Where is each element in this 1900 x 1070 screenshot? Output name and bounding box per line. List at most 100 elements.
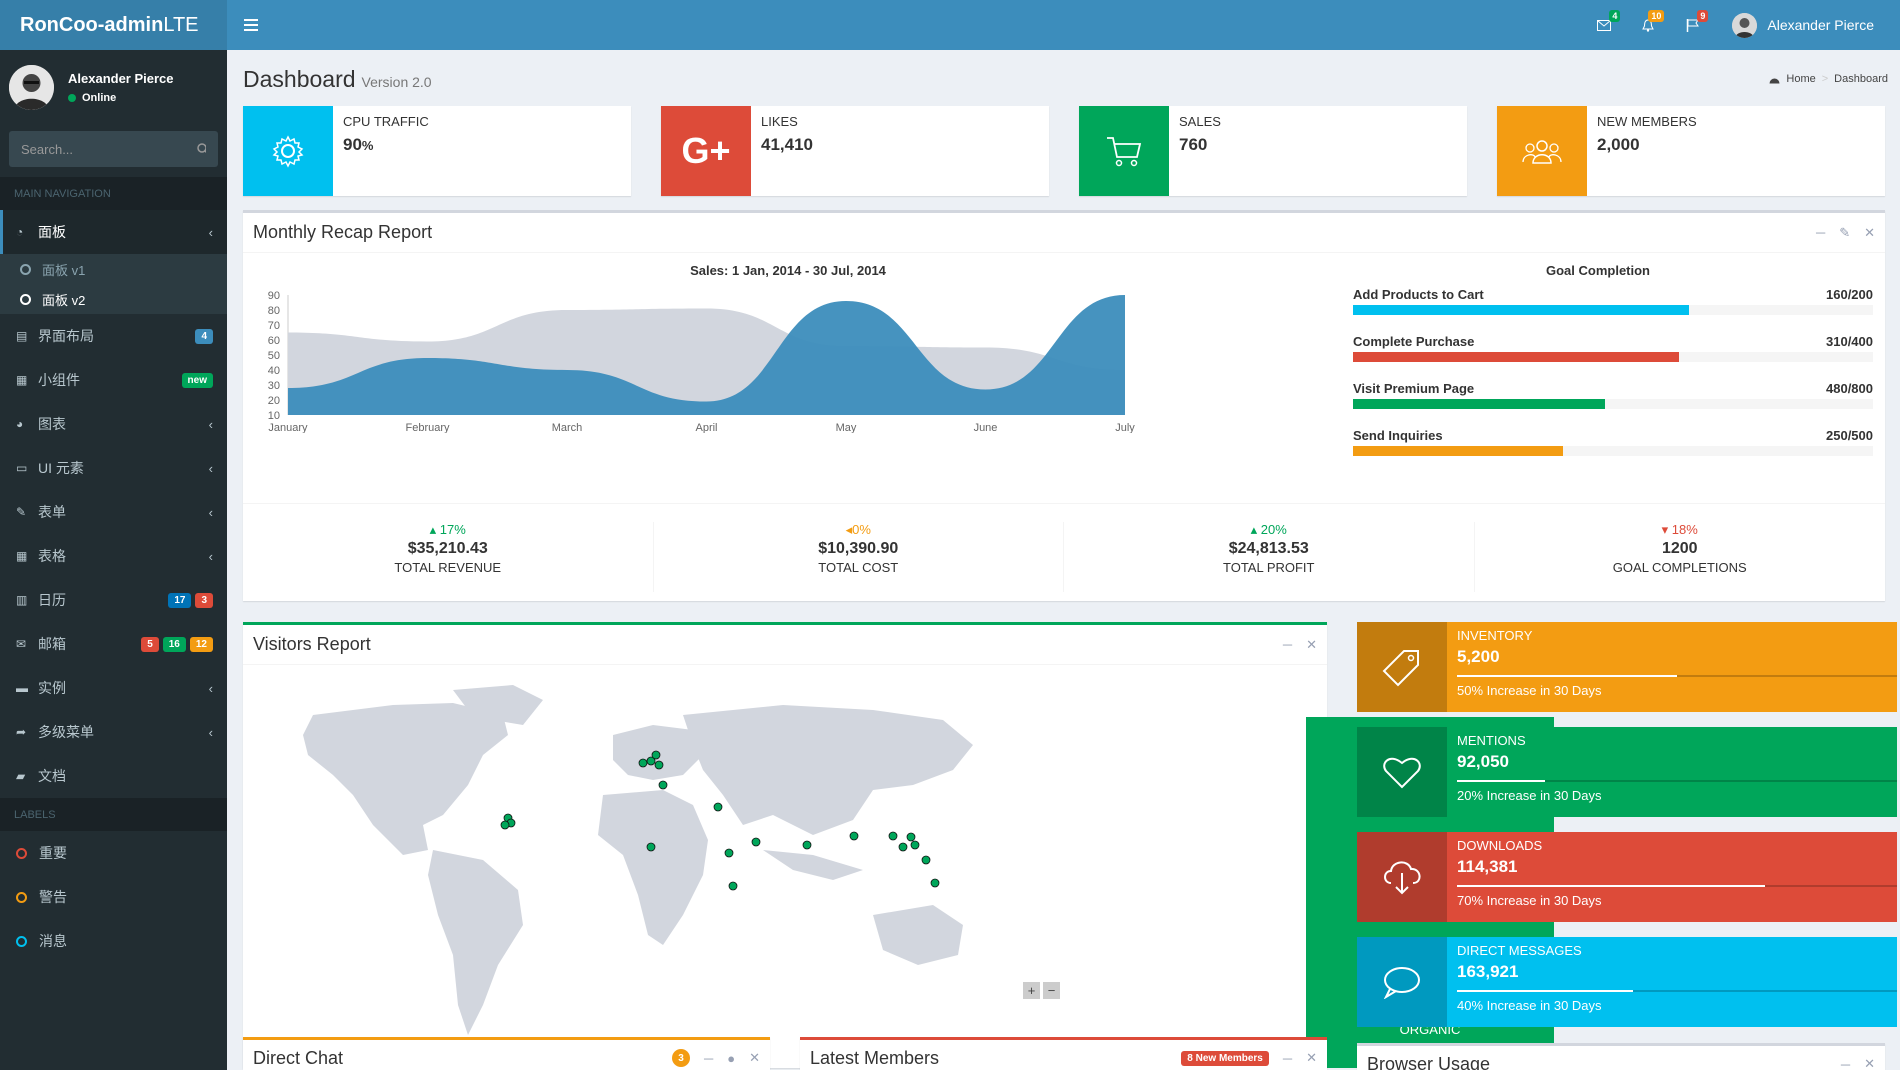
- files-icon: ▤: [16, 329, 28, 343]
- x-tick-label: July: [1115, 422, 1135, 433]
- y-tick-label: 60: [268, 335, 280, 347]
- sidebar-toggle-button[interactable]: [227, 0, 275, 50]
- sidebar-item-layout[interactable]: ▤ 界面布局 4: [0, 314, 227, 358]
- messages-badge: 4: [1609, 10, 1621, 22]
- sidebar-user-name: Alexander Pierce: [68, 70, 174, 86]
- sidebar-item-calendar[interactable]: ▥ 日历 17 3: [0, 578, 227, 622]
- tasks-menu-button[interactable]: 9: [1670, 0, 1714, 50]
- user-menu[interactable]: Alexander Pierce: [1732, 12, 1874, 38]
- box-title: Browser Usage: [1367, 1053, 1491, 1070]
- chart-title: Sales: 1 Jan, 2014 - 30 Jul, 2014: [690, 263, 886, 278]
- sidebar-item-tables[interactable]: ▦ 表格 ‹: [0, 534, 227, 578]
- sidebar-subitem-dashboard-v1[interactable]: 面板 v1: [0, 254, 227, 284]
- heart-icon: [1357, 727, 1447, 817]
- breadcrumb-home-link[interactable]: Home: [1786, 73, 1815, 85]
- sidebar-label-information[interactable]: 消息: [0, 919, 227, 963]
- folder-icon: ▬: [16, 681, 28, 695]
- sidebar-item-forms[interactable]: ✎ 表单 ‹: [0, 490, 227, 534]
- goal-item: Visit Premium Page 480/800: [1353, 381, 1873, 409]
- close-icon[interactable]: ✕: [1864, 225, 1875, 241]
- app-logo[interactable]: RonCoo-admin LTE: [0, 0, 227, 50]
- dashboard-icon: ◔: [16, 225, 24, 239]
- search-input[interactable]: [21, 141, 197, 157]
- calendar-icon: ▥: [16, 593, 28, 607]
- inventory-box: INVENTORY 5,200 50% Increase in 30 Days: [1357, 622, 1897, 712]
- goal-item: Complete Purchase 310/400: [1353, 334, 1873, 362]
- sidebar-item-docs[interactable]: ▰ 文档: [0, 754, 227, 798]
- sidebar-user-panel: Alexander Pierce Online: [0, 50, 227, 124]
- sidebar-item-mailbox[interactable]: ✉ 邮箱 5 16 12: [0, 622, 227, 666]
- sidebar-item-examples[interactable]: ▬ 实例 ‹: [0, 666, 227, 710]
- top-navbar: RonCoo-admin LTE 4 10 9 Alexander Pierce: [0, 0, 1900, 50]
- sidebar-subitem-dashboard-v2[interactable]: 面板 v2: [0, 284, 227, 314]
- mailbox-badge-yellow: 12: [189, 636, 213, 652]
- close-icon[interactable]: ✕: [1864, 1056, 1875, 1070]
- chevron-left-icon: ‹: [208, 460, 213, 476]
- world-map[interactable]: [253, 675, 1103, 1055]
- comments-icon[interactable]: ●: [727, 1051, 735, 1066]
- goal-completions-stat: ▾ 18% 1200 GOAL COMPLETIONS: [1612, 522, 1747, 575]
- info-box-likes: G+ LIKES 41,410: [661, 106, 1049, 196]
- total-profit-stat: ▴ 20% $24,813.53 TOTAL PROFIT: [1064, 522, 1475, 592]
- x-tick-label: May: [836, 422, 857, 433]
- collapse-icon[interactable]: ─: [1283, 1051, 1292, 1066]
- laptop-icon: ▭: [16, 461, 28, 475]
- book-icon: ▰: [16, 769, 26, 783]
- messages-menu-button[interactable]: 4: [1582, 0, 1626, 50]
- edit-icon: ✎: [16, 505, 27, 519]
- dashboard-icon: [1769, 78, 1780, 83]
- goal-completion-title: Goal Completion: [1546, 263, 1650, 278]
- close-icon[interactable]: ✕: [749, 1050, 760, 1066]
- latest-members-box: Latest Members 8 New Members ─ ✕: [800, 1037, 1327, 1070]
- notifications-menu-button[interactable]: 10: [1626, 0, 1670, 50]
- sidebar-label-important[interactable]: 重要: [0, 831, 227, 875]
- chevron-left-icon: ‹: [208, 416, 213, 432]
- breadcrumb: Home > Dashboard: [1769, 73, 1888, 85]
- sidebar-search: [9, 131, 218, 167]
- user-name: Alexander Pierce: [1767, 17, 1874, 33]
- sidebar-item-dashboard[interactable]: ◔ 面板 ‹: [0, 210, 227, 254]
- mentions-box: MENTIONS 92,050 20% Increase in 30 Days: [1357, 727, 1897, 817]
- tag-icon: [1357, 622, 1447, 712]
- collapse-icon[interactable]: ─: [704, 1051, 713, 1066]
- sidebar-item-ui-elements[interactable]: ▭ UI 元素 ‹: [0, 446, 227, 490]
- sidebar-label-warning[interactable]: 警告: [0, 875, 227, 919]
- collapse-icon[interactable]: ─: [1841, 1057, 1850, 1070]
- collapse-icon[interactable]: ─: [1283, 637, 1292, 652]
- chat-count-badge: 3: [672, 1049, 691, 1067]
- avatar: [9, 64, 54, 110]
- y-tick-label: 10: [268, 410, 280, 422]
- circle-icon: [20, 263, 31, 275]
- close-icon[interactable]: ✕: [1306, 637, 1317, 653]
- dashboard-submenu: 面板 v1 面板 v2: [0, 254, 227, 314]
- mentions-progress: [1457, 780, 1545, 782]
- x-tick-label: February: [405, 422, 450, 433]
- box-title: Visitors Report: [253, 634, 371, 654]
- box-title: Monthly Recap Report: [253, 222, 433, 242]
- table-icon: ▦: [16, 549, 28, 563]
- y-tick-label: 40: [268, 365, 280, 377]
- collapse-icon[interactable]: ─: [1816, 225, 1825, 240]
- goal-progress-bar: [1353, 446, 1563, 456]
- sidebar-item-widgets[interactable]: ▦ 小组件 new: [0, 358, 227, 402]
- close-icon[interactable]: ✕: [1306, 1050, 1317, 1066]
- info-box-new-members: NEW MEMBERS 2,000: [1497, 106, 1885, 196]
- page-subtitle: Version 2.0: [361, 74, 432, 90]
- cloud-download-icon: [1357, 832, 1447, 922]
- search-icon[interactable]: [197, 143, 206, 155]
- wrench-icon[interactable]: ✎: [1839, 225, 1850, 241]
- box-title: Direct Chat: [253, 1047, 344, 1068]
- goal-list: Add Products to Cart 160/200 Complete Pur…: [1353, 287, 1873, 475]
- content-wrapper: Dashboard Version 2.0 Home > Dashboard CP…: [227, 50, 1900, 1070]
- user-avatar: [1732, 12, 1758, 38]
- downloads-progress: [1457, 885, 1765, 887]
- browser-usage-box: Browser Usage ─ ✕: [1357, 1043, 1885, 1070]
- mailbox-badge-red: 5: [141, 636, 159, 652]
- map-zoom-out-button[interactable]: −: [1043, 982, 1060, 999]
- calendar-badge-blue: 17: [168, 592, 192, 608]
- sidebar-item-multilevel[interactable]: ➦ 多级菜单 ‹: [0, 710, 227, 754]
- circle-icon: [16, 935, 27, 947]
- map-zoom-in-button[interactable]: +: [1023, 982, 1040, 999]
- circle-icon: [20, 293, 31, 305]
- sidebar-item-charts[interactable]: ◕ 图表 ‹: [0, 402, 227, 446]
